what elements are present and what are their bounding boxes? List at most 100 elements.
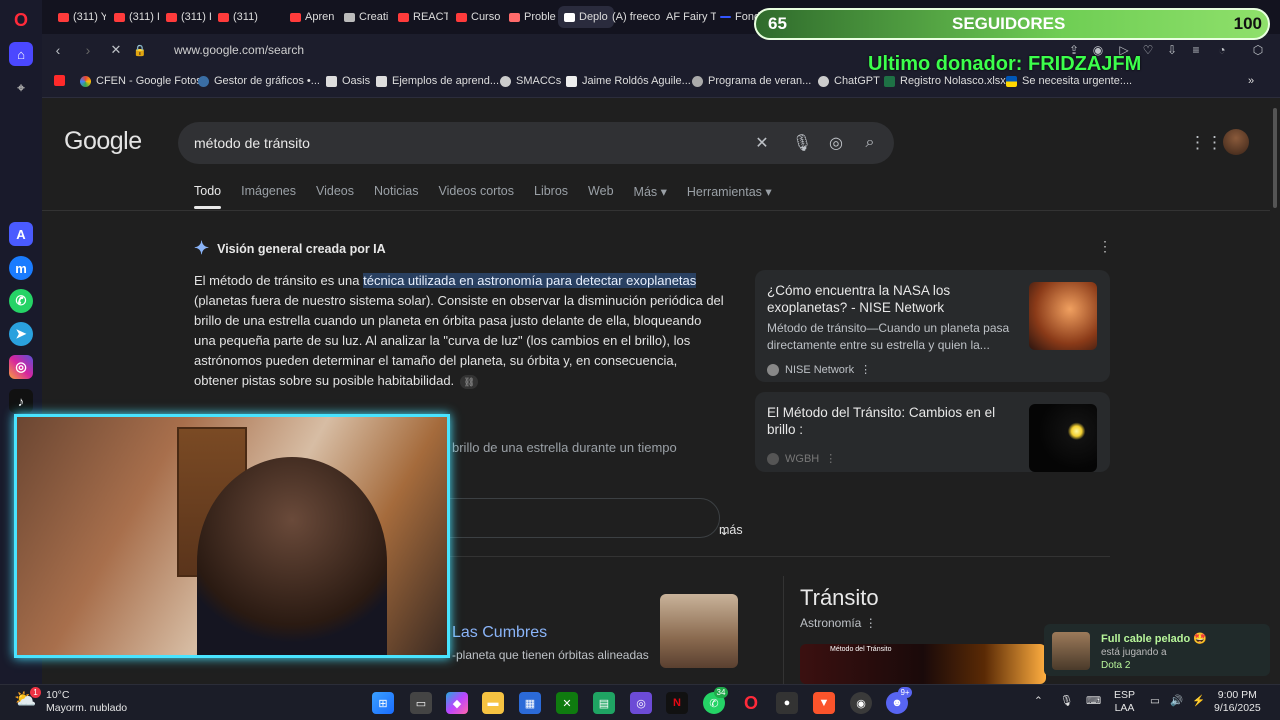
profile-icon[interactable]: ◔ (1212, 40, 1232, 60)
netflix-icon[interactable]: N (666, 692, 688, 714)
copilot-icon[interactable]: ◆ (446, 692, 468, 714)
forward-icon[interactable]: › (78, 40, 98, 60)
tab-proble[interactable]: Proble (509, 6, 557, 28)
tab-web[interactable]: Web (588, 184, 613, 199)
page-scrollbar[interactable] (1270, 98, 1280, 684)
messenger-icon[interactable]: m (9, 256, 33, 280)
obs-icon[interactable]: ◎ (630, 692, 652, 714)
clock[interactable]: 9:00 PM 9/16/2025 (1214, 689, 1261, 715)
telegram-icon[interactable]: ➤ (9, 322, 33, 346)
chatgpt-icon (818, 75, 829, 87)
tab-youtube-4[interactable]: (311) (218, 6, 266, 28)
tiktok-icon[interactable]: ♪ (9, 389, 33, 413)
tab-libros[interactable]: Libros (534, 184, 568, 199)
tab-deplo[interactable]: Deplo (558, 6, 614, 28)
language-indicator[interactable]: ESP LAA (1114, 689, 1135, 715)
brave-icon[interactable]: ▼ (813, 692, 835, 714)
opera-icon[interactable]: O (740, 692, 762, 714)
microphone-icon[interactable]: 🎙 (1060, 695, 1073, 708)
scrollbar-thumb[interactable] (1273, 108, 1277, 208)
knowledge-panel-images[interactable]: Método del Tránsito (800, 644, 1046, 684)
back-icon[interactable]: ‹ (48, 40, 68, 60)
chrome-icon[interactable]: ◉ (850, 692, 872, 714)
tab-imagenes[interactable]: Imágenes (241, 184, 296, 199)
google-logo[interactable]: Google (64, 127, 142, 156)
battery-icon[interactable]: ⚡ (1192, 695, 1205, 708)
bookmarks-overflow-icon[interactable]: » (1248, 75, 1254, 87)
file-explorer-icon[interactable]: ▬ (482, 692, 504, 714)
more-options-icon[interactable]: ⋮ (865, 616, 877, 630)
download-icon[interactable]: ⇩ (1162, 40, 1182, 60)
tab-todo[interactable]: Todo (194, 184, 222, 209)
task-view-icon[interactable]: ▭ (410, 692, 432, 714)
whatsapp-icon[interactable]: ✆ (9, 289, 33, 313)
ai-highlight[interactable]: técnica utilizada en astronomía para det… (363, 273, 697, 288)
windows-start-icon[interactable]: ⊞ (372, 692, 394, 714)
tab-youtube-1[interactable]: (311) Y (58, 6, 106, 28)
tab-videos-cortos[interactable]: Videos cortos (438, 184, 514, 199)
menu-icon[interactable]: ≡ (1186, 40, 1206, 60)
result-title-las-cumbres[interactable]: Las Cumbres (452, 624, 547, 642)
link-icon[interactable]: ⛓ (460, 375, 479, 389)
search-box[interactable]: método de tránsito ✕ 🎙 ◎ ⌕ (178, 122, 894, 164)
ms-store-icon[interactable]: ▦ (519, 692, 541, 714)
bookmark-gestor-graficos[interactable]: Gestor de gráficos •... (198, 75, 320, 87)
source-card-nise[interactable]: ¿Cómo encuentra la NASA los exoplanetas?… (755, 270, 1110, 382)
notification-avatar (1052, 632, 1090, 670)
network-icon[interactable]: ▭ (1150, 695, 1160, 708)
home-icon[interactable]: ⌂ (9, 42, 33, 66)
lock-icon[interactable]: 🔒 (130, 40, 150, 60)
deploy-icon (564, 12, 575, 22)
more-options-icon[interactable]: ⋮ (1098, 238, 1112, 255)
avatar[interactable] (1223, 129, 1249, 155)
tab-videos[interactable]: Videos (316, 184, 354, 199)
bookmark-smaccs[interactable]: SMACCs (500, 75, 561, 87)
search-icon[interactable]: ⌕ (860, 133, 880, 153)
tab-react[interactable]: REACT (398, 6, 448, 28)
chart-icon (198, 75, 209, 87)
source-label: NISE Network ⋮ (767, 363, 871, 376)
lens-icon[interactable]: ◎ (826, 133, 846, 153)
extensions-icon[interactable]: ⬡ (1248, 40, 1268, 60)
bookmark-oasis[interactable]: Oasis (326, 75, 370, 87)
tray-overflow-icon[interactable]: ⌃ (1034, 695, 1043, 708)
stop-icon[interactable]: ✕ (106, 40, 126, 60)
bookmark-registro-nolasco[interactable]: Registro Nolasco.xlsx (884, 75, 1006, 87)
keyboard-icon[interactable]: ⌨ (1086, 695, 1101, 708)
tab-noticias[interactable]: Noticias (374, 184, 418, 199)
bookmark-youtube[interactable] (54, 75, 70, 86)
tab-fairy[interactable]: AF Fairy T (666, 6, 716, 28)
source-card-wgbh[interactable]: El Método del Tránsito: Cambios en el br… (755, 392, 1110, 472)
tab-youtube-2[interactable]: (311) I (114, 6, 162, 28)
bookmark-se-necesita[interactable]: Se necesita urgente:... (1006, 75, 1132, 87)
pin-icon[interactable]: ⌖ (9, 76, 33, 100)
more-options-icon[interactable]: ⋮ (825, 452, 836, 465)
sheets-icon[interactable]: ▤ (593, 692, 615, 714)
more-options-icon[interactable]: ⋮ (860, 363, 871, 376)
microphone-icon[interactable]: 🎙 (792, 133, 812, 153)
search-input[interactable]: método de tránsito (194, 135, 310, 151)
tab-youtube-3[interactable]: (311) I (166, 6, 214, 28)
aria-icon[interactable]: A (9, 222, 33, 246)
bookmark-google-photos[interactable]: CFEN - Google Fotos (80, 75, 202, 87)
volume-icon[interactable]: 🔊 (1170, 695, 1183, 708)
discord-activity-notification[interactable]: Full cable pelado 🤩 está jugando a Dota … (1044, 624, 1270, 676)
bookmark-ejemplos[interactable]: Ejemplos de aprend... (376, 75, 499, 87)
bookmark-programa-verano[interactable]: Programa de veran... (692, 75, 811, 87)
clear-icon[interactable]: ✕ (752, 133, 772, 153)
doc-icon (376, 75, 387, 87)
recorder-icon[interactable]: ● (776, 692, 798, 714)
opera-logo-icon[interactable]: O (9, 8, 33, 32)
result-thumbnail[interactable] (660, 594, 738, 668)
tab-youtube-5[interactable]: Apren (290, 6, 338, 28)
xbox-icon[interactable]: ✕ (556, 692, 578, 714)
tab-mas[interactable]: Más ▾ (634, 184, 667, 199)
tab-herramientas[interactable]: Herramientas ▾ (687, 184, 772, 199)
bookmark-chatgpt[interactable]: ChatGPT (818, 75, 880, 87)
bookmark-jaime-roldos[interactable]: Jaime Roldós Aguile... (566, 75, 691, 87)
instagram-icon[interactable]: ◎ (9, 355, 33, 379)
chevron-down-icon: ⌄ (719, 524, 730, 538)
tab-creati[interactable]: Creati (344, 6, 392, 28)
tab-curso[interactable]: Curso (456, 6, 504, 28)
tab-freecodecamp[interactable]: (A) freeco (612, 6, 668, 28)
